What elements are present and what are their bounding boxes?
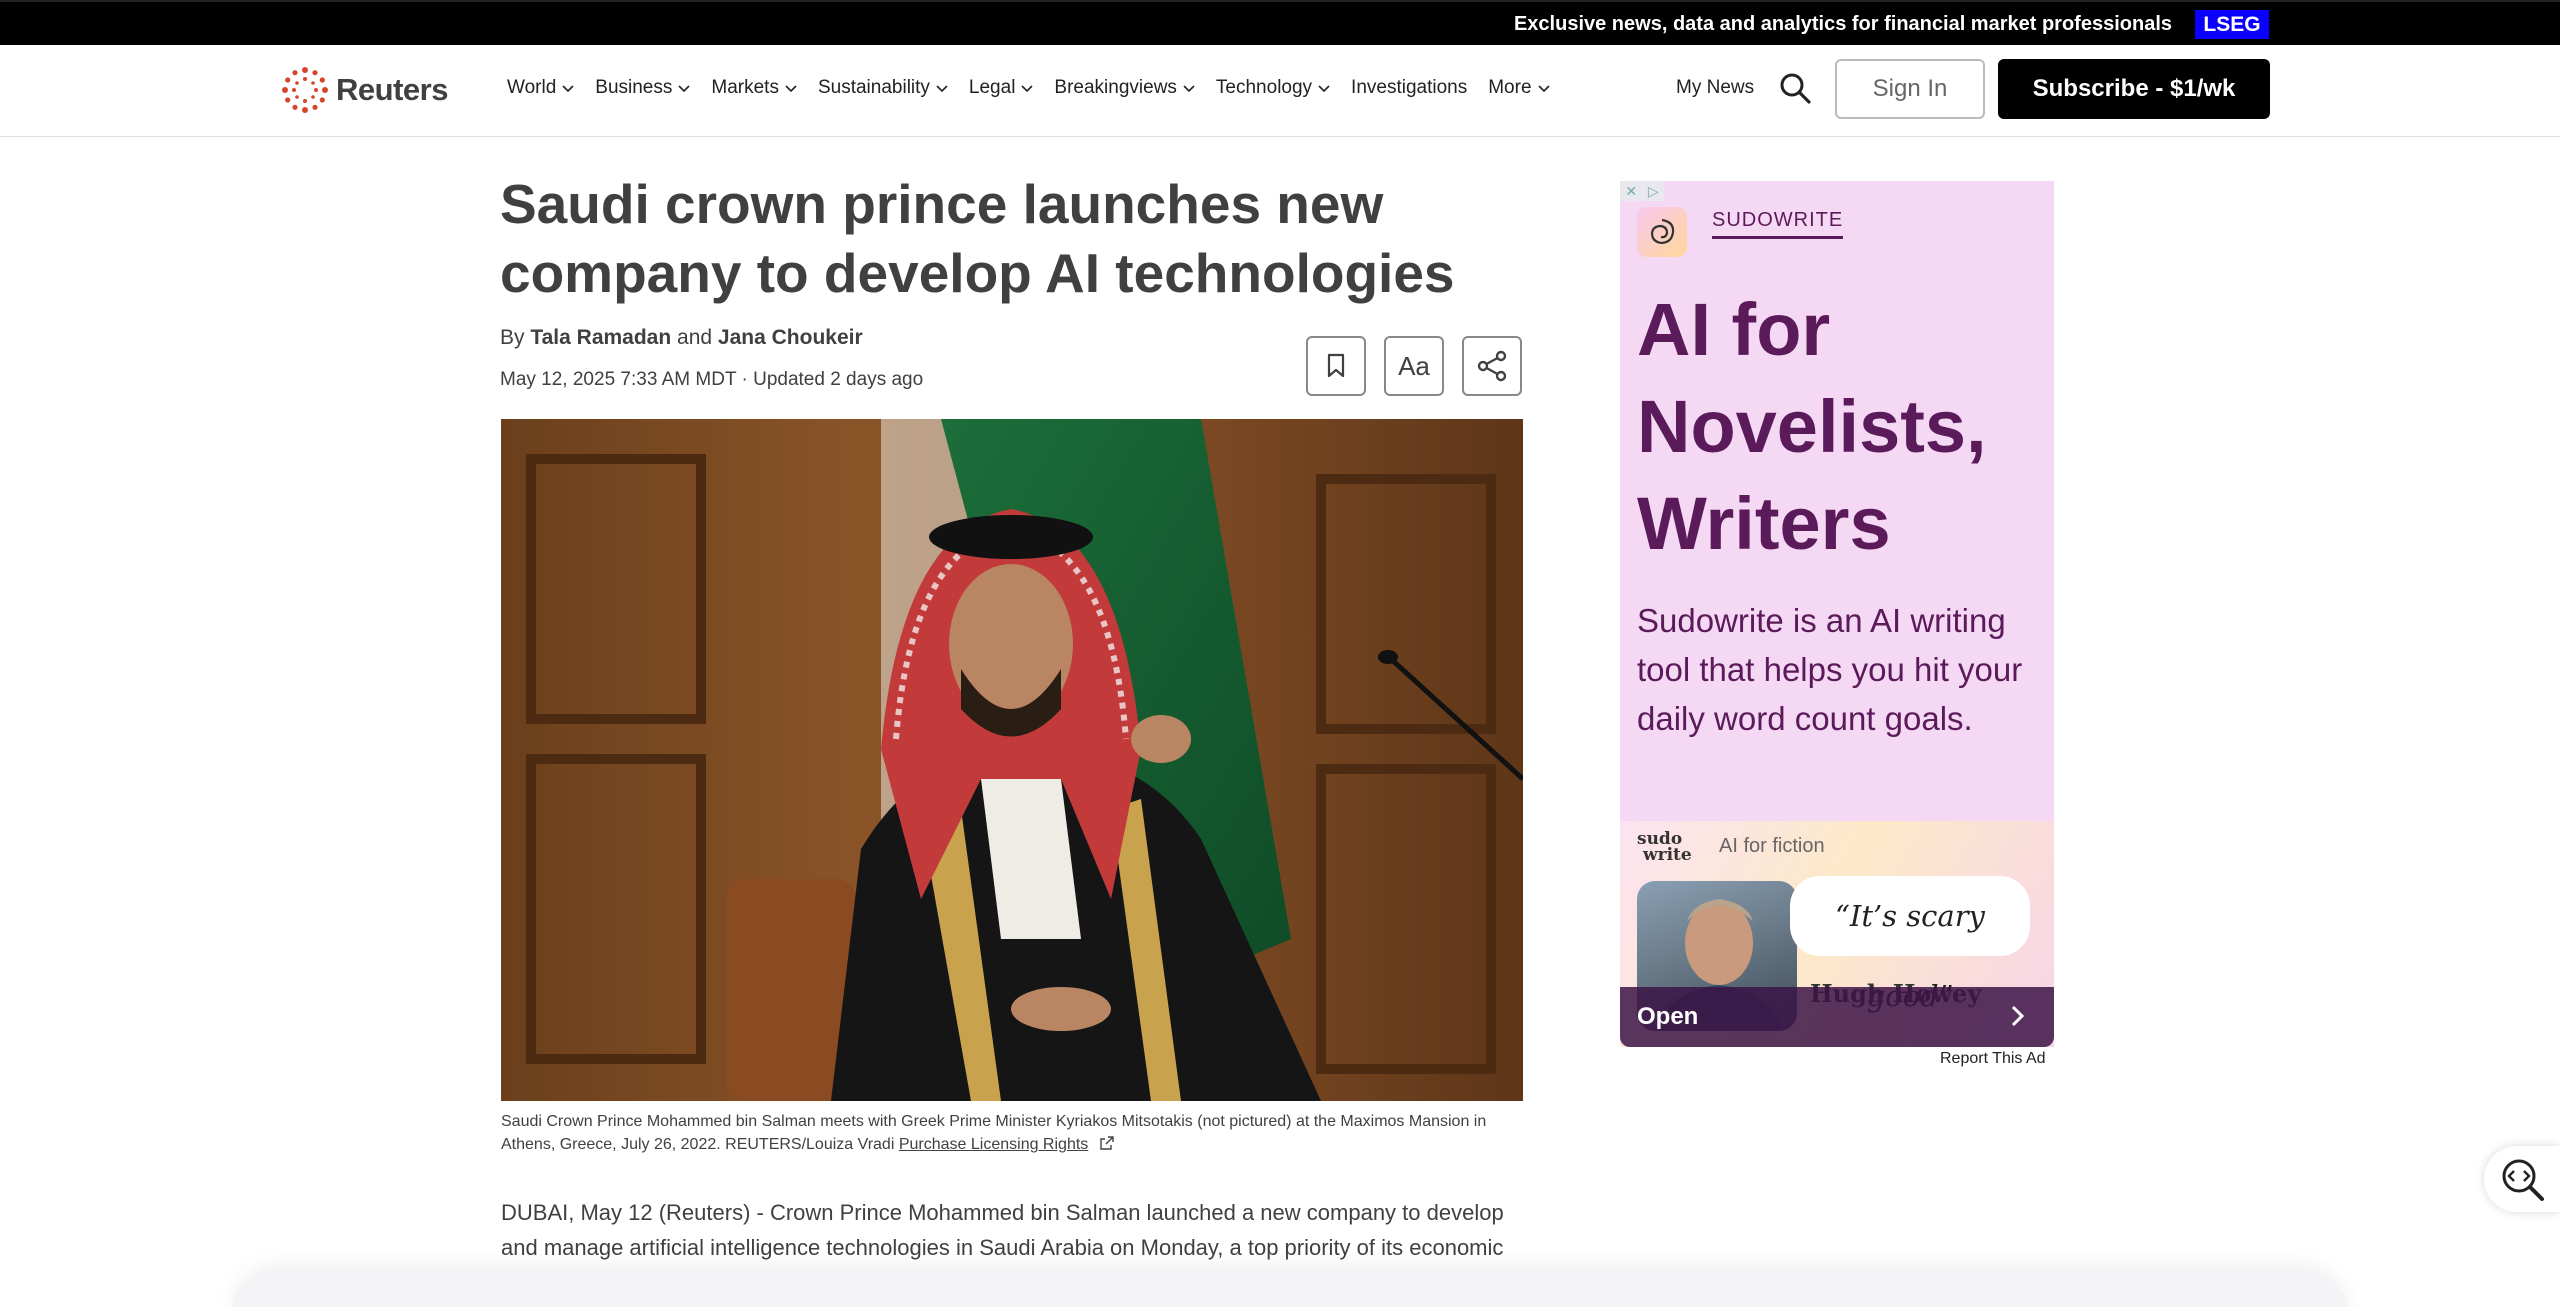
- share-button[interactable]: [1462, 336, 1522, 396]
- nav-item-label: Sustainability: [817, 77, 930, 98]
- ad-choices-icon[interactable]: ▷: [1648, 183, 1659, 200]
- ad-choices[interactable]: ✕ ▷: [1620, 181, 1664, 201]
- close-icon[interactable]: ✕: [1625, 183, 1637, 200]
- chevron-down-icon: [1021, 85, 1033, 93]
- subscribe-button[interactable]: Subscribe - $1/wk: [1998, 59, 2270, 119]
- nav-item-business[interactable]: Business: [595, 77, 690, 99]
- chevron-down-icon: [936, 85, 948, 93]
- external-link-icon[interactable]: [1099, 1135, 1115, 1151]
- nav-item-label: Business: [595, 77, 673, 98]
- ad-brand[interactable]: SUDOWRITE: [1712, 209, 1844, 239]
- chevron-down-icon: [1318, 85, 1330, 93]
- bookmark-icon: [1327, 353, 1345, 378]
- lseg-badge[interactable]: LSEG: [2195, 10, 2269, 39]
- reuters-logo-icon: [282, 67, 328, 113]
- sudowrite-app-icon: [1637, 207, 1687, 257]
- nav-item-label: Breakingviews: [1054, 77, 1177, 98]
- byline: By Tala Ramadan and Jana Choukeir: [500, 326, 863, 350]
- main-nav: Reuters World Business Markets Sustainab…: [0, 45, 2560, 137]
- share-icon: [1477, 350, 1507, 382]
- bookmark-button[interactable]: [1306, 336, 1366, 396]
- reuters-logo[interactable]: Reuters: [282, 65, 448, 115]
- article-dateline: May 12, 2025 7:33 AM MDT · Updated 2 day…: [500, 369, 924, 390]
- photo-caption: Saudi Crown Prince Mohammed bin Salman m…: [501, 1110, 1521, 1156]
- quote-bubble: “It’s scary good”: [1790, 876, 2030, 1013]
- top-banner-text[interactable]: Exclusive news, data and analytics for f…: [1514, 13, 2172, 36]
- ad-open-button[interactable]: Open: [1620, 987, 2054, 1047]
- report-ad-link[interactable]: Report This Ad: [1940, 1050, 2046, 1068]
- nav-item-markets[interactable]: Markets: [711, 77, 797, 99]
- nav-item-breakingviews[interactable]: Breakingviews: [1054, 77, 1195, 99]
- nav-item-more[interactable]: More: [1488, 77, 1550, 99]
- spiral-icon: [1650, 218, 1675, 245]
- font-size-label: Aa: [1398, 350, 1430, 381]
- nav-item-label: Technology: [1215, 77, 1313, 98]
- author-link[interactable]: Jana Choukeir: [718, 326, 863, 349]
- chevron-down-icon: [1183, 85, 1195, 93]
- ad-open-label: Open: [1637, 1003, 1699, 1030]
- purchase-licensing-link[interactable]: Purchase Licensing Rights: [899, 1136, 1088, 1153]
- article-photo[interactable]: [501, 419, 1523, 1101]
- chevron-down-icon: [785, 85, 797, 93]
- my-news-link[interactable]: My News: [1676, 77, 1754, 99]
- code-search-icon: [2502, 1159, 2544, 1201]
- bottom-overlay-edge: [230, 1268, 2350, 1307]
- sudowrite-ad[interactable]: ✕ ▷ SUDOWRITE AI for Novelists, Writers …: [1620, 181, 2054, 1047]
- author-link[interactable]: Tala Ramadan: [530, 326, 671, 349]
- chevron-down-icon: [678, 85, 690, 93]
- crown-prince-photo: [501, 419, 1523, 1101]
- ad-title: AI for Novelists, Writers: [1637, 288, 1987, 565]
- article-headline: Saudi crown prince launches new company …: [500, 173, 1455, 304]
- nav-item-legal[interactable]: Legal: [969, 77, 1034, 99]
- nav-item-label: World: [507, 77, 557, 98]
- nav-item-technology[interactable]: Technology: [1216, 77, 1330, 99]
- search-icon[interactable]: [1778, 71, 1812, 105]
- nav-menu: World Business Markets Sustainability Le…: [507, 77, 1571, 99]
- byline-and: and: [677, 326, 713, 349]
- font-size-button[interactable]: Aa: [1384, 336, 1444, 396]
- nav-item-label: Legal: [968, 77, 1016, 98]
- reuters-logo-text: Reuters: [336, 72, 448, 107]
- nav-item-label: Investigations: [1351, 77, 1468, 98]
- nav-item-sustainability[interactable]: Sustainability: [818, 77, 948, 99]
- nav-item-label: Markets: [711, 77, 779, 98]
- floating-assistant-button[interactable]: [2484, 1146, 2560, 1212]
- nav-item-world[interactable]: World: [507, 77, 574, 99]
- nav-item-label: More: [1488, 77, 1532, 98]
- ad-tagline: AI for fiction: [1719, 835, 1825, 857]
- sign-in-button[interactable]: Sign In: [1835, 59, 1985, 119]
- chevron-down-icon: [562, 85, 574, 93]
- ad-description: Sudowrite is an AI writing tool that hel…: [1637, 602, 2023, 737]
- byline-prefix: By: [500, 326, 525, 349]
- sudowrite-wordmark: sudo write: [1637, 831, 1692, 865]
- wordmark-line: write: [1643, 845, 1692, 865]
- chevron-down-icon: [1537, 85, 1550, 93]
- top-banner: Exclusive news, data and analytics for f…: [0, 0, 2560, 45]
- nav-item-investigations[interactable]: Investigations: [1351, 77, 1467, 99]
- chevron-right-icon: [2011, 1005, 2025, 1027]
